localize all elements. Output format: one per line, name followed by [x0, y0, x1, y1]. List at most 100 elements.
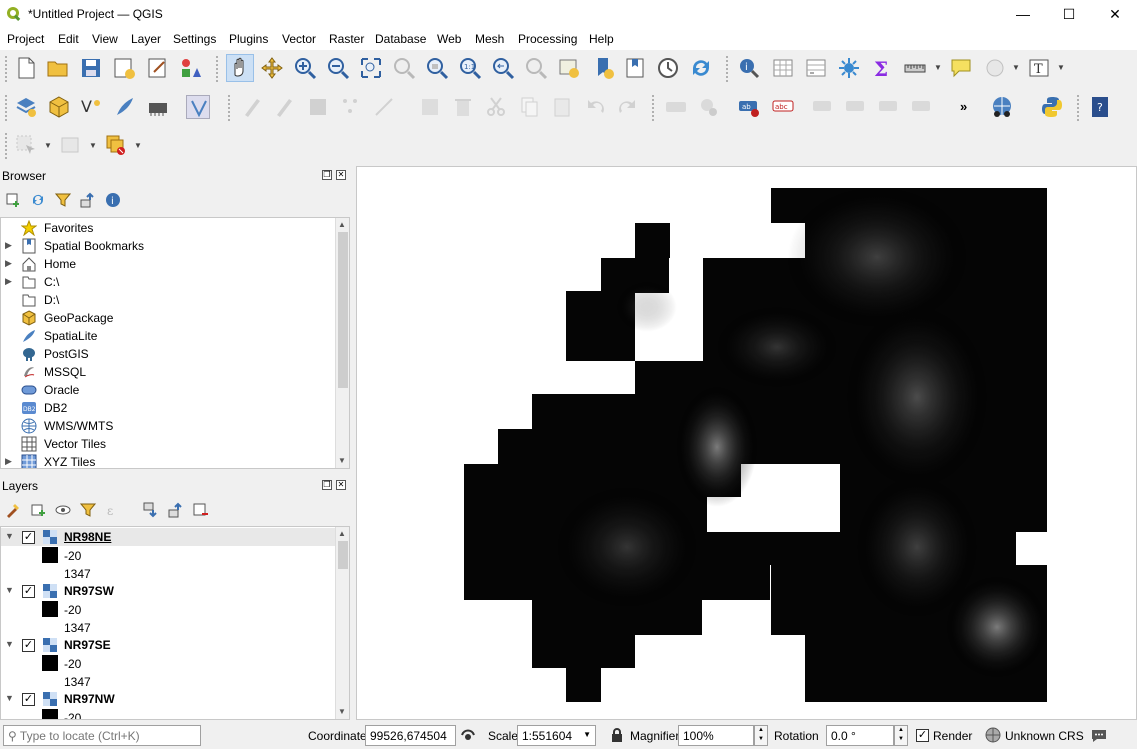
tree-item-postgis[interactable]: PostGIS	[1, 345, 335, 363]
scrollbar-thumb[interactable]	[338, 541, 348, 569]
menu-plugins[interactable]: Plugins	[229, 32, 268, 46]
browser-float-button[interactable]: ❐	[322, 170, 332, 180]
rotation-field[interactable]: 0.0 °	[826, 725, 894, 746]
identify-features-icon[interactable]: i	[737, 56, 761, 80]
toolbar-grip[interactable]	[5, 95, 9, 121]
expand-arrow-icon[interactable]: ▶	[5, 240, 12, 251]
new-bookmark-icon[interactable]	[592, 56, 616, 80]
toolbar-grip[interactable]	[726, 56, 730, 82]
add-feature-icon[interactable]	[339, 95, 363, 119]
close-button[interactable]: ✕	[1092, 0, 1137, 28]
move-label-icon[interactable]	[844, 95, 868, 119]
show-hide-labels-icon[interactable]	[811, 95, 835, 119]
collapse-all-icon[interactable]	[80, 192, 96, 208]
menu-vector[interactable]: Vector	[282, 32, 316, 46]
refresh-browser-icon[interactable]	[30, 192, 46, 208]
scroll-up-arrow-icon[interactable]: ▲	[338, 220, 346, 229]
select-dropdown-arrow[interactable]: ▼	[44, 141, 52, 150]
expand-all-icon[interactable]	[143, 502, 159, 518]
add-virtual-layer-icon[interactable]	[186, 95, 210, 119]
pan-to-selection-icon[interactable]	[260, 56, 284, 80]
menu-processing[interactable]: Processing	[518, 32, 577, 46]
toolbar-grip[interactable]	[228, 95, 232, 121]
filter-by-expression-icon[interactable]: ε	[105, 502, 121, 518]
coordinate-field[interactable]: 99526,674504	[365, 725, 456, 746]
tree-item-geopackage[interactable]: GeoPackage	[1, 309, 335, 327]
select-by-expression-icon[interactable]	[59, 133, 83, 157]
save-edits-icon[interactable]	[306, 95, 330, 119]
select-features-icon[interactable]	[14, 133, 38, 157]
text-annotation-icon[interactable]: T	[1027, 56, 1051, 80]
tree-item-oracle[interactable]: Oracle	[1, 381, 335, 399]
select-radius-dropdown-arrow[interactable]: ▼	[1012, 63, 1020, 72]
layer-visibility-checkbox[interactable]: ✓	[22, 693, 35, 706]
measure-dropdown-arrow[interactable]: ▼	[934, 63, 942, 72]
magnifier-field[interactable]: 100%	[678, 725, 754, 746]
layers-float-button[interactable]: ❐	[322, 480, 332, 490]
menu-view[interactable]: View	[92, 32, 118, 46]
redo-icon[interactable]	[616, 95, 640, 119]
scale-combobox[interactable]: 1:551604 ▼	[517, 725, 596, 746]
menu-database[interactable]: Database	[375, 32, 426, 46]
modify-attributes-icon[interactable]	[418, 95, 442, 119]
select-radius-icon[interactable]	[983, 56, 1007, 80]
layer-visibility-checkbox[interactable]: ✓	[22, 585, 35, 598]
crs-label[interactable]: Unknown CRS	[1005, 729, 1084, 743]
render-checkbox[interactable]: ✓	[916, 729, 929, 742]
tree-item-c-drive[interactable]: ▶ C:\	[1, 273, 335, 291]
filter-legend-icon[interactable]	[80, 502, 96, 518]
menu-edit[interactable]: Edit	[58, 32, 79, 46]
collapse-arrow-icon[interactable]: ▼	[5, 531, 14, 541]
expand-arrow-icon[interactable]: ▶	[5, 258, 12, 269]
manage-map-themes-icon[interactable]	[55, 502, 71, 518]
zoom-last-icon[interactable]	[491, 56, 515, 80]
toggle-editing-icon[interactable]	[272, 95, 296, 119]
current-edits-icon[interactable]	[240, 95, 264, 119]
layers-scrollbar[interactable]: ▲ ▼	[335, 527, 349, 719]
style-manager-icon[interactable]	[179, 56, 203, 80]
measure-line-icon[interactable]	[903, 56, 927, 80]
messages-icon[interactable]	[1091, 727, 1107, 743]
scroll-up-arrow-icon[interactable]: ▲	[338, 529, 346, 538]
tree-item-xyz-tiles[interactable]: ▶ XYZ Tiles	[1, 453, 335, 468]
zoom-native-resolution-icon[interactable]: 1:1	[458, 56, 482, 80]
expand-arrow-icon[interactable]: ▶	[5, 456, 12, 467]
map-tips-icon[interactable]	[949, 56, 973, 80]
zoom-out-icon[interactable]	[326, 56, 350, 80]
show-bookmarks-icon[interactable]	[623, 56, 647, 80]
zoom-to-selection-icon[interactable]	[392, 56, 416, 80]
new-spatialite-layer-icon[interactable]	[113, 95, 137, 119]
add-vector-layer-icon[interactable]	[14, 95, 38, 119]
layer-item-nr98ne[interactable]: ▼ ✓ NR98NE	[1, 528, 335, 546]
open-field-calculator-icon[interactable]	[804, 56, 828, 80]
tree-item-spatial-bookmarks[interactable]: ▶ Spatial Bookmarks	[1, 237, 335, 255]
remove-layer-icon[interactable]	[193, 502, 209, 518]
scrollbar-thumb[interactable]	[338, 232, 348, 388]
lock-scale-icon[interactable]	[609, 727, 625, 743]
menu-layer[interactable]: Layer	[131, 32, 161, 46]
toolbar-overflow-button[interactable]: »	[960, 99, 967, 114]
layer-labeling-options-icon[interactable]	[664, 95, 688, 119]
toggle-extents-icon[interactable]	[460, 727, 476, 743]
layout-manager-icon[interactable]	[146, 56, 170, 80]
scroll-down-arrow-icon[interactable]: ▼	[338, 707, 346, 716]
statistical-summary-icon[interactable]: Σ	[870, 56, 894, 80]
annotation-dropdown-arrow[interactable]: ▼	[1057, 63, 1065, 72]
enable-properties-icon[interactable]: i	[105, 192, 121, 208]
new-virtual-layer-icon[interactable]	[146, 95, 170, 119]
tree-item-wms-wmts[interactable]: WMS/WMTS	[1, 417, 335, 435]
deselect-dropdown-arrow[interactable]: ▼	[134, 141, 142, 150]
delete-selected-icon[interactable]	[451, 95, 475, 119]
maximize-button[interactable]: ☐	[1046, 0, 1092, 28]
expand-arrow-icon[interactable]: ▶	[5, 276, 12, 287]
toolbar-grip[interactable]	[5, 56, 9, 82]
add-selected-layers-icon[interactable]	[5, 192, 21, 208]
highlight-pinned-labels-icon[interactable]: ab	[737, 95, 761, 119]
new-print-layout-icon[interactable]	[112, 56, 136, 80]
scroll-down-arrow-icon[interactable]: ▼	[338, 456, 346, 465]
help-book-icon[interactable]: ?	[1088, 95, 1112, 119]
collapse-all-layers-icon[interactable]	[168, 502, 184, 518]
open-project-icon[interactable]	[46, 56, 70, 80]
filter-browser-icon[interactable]	[55, 192, 71, 208]
browser-scrollbar[interactable]: ▲ ▼	[335, 218, 349, 468]
